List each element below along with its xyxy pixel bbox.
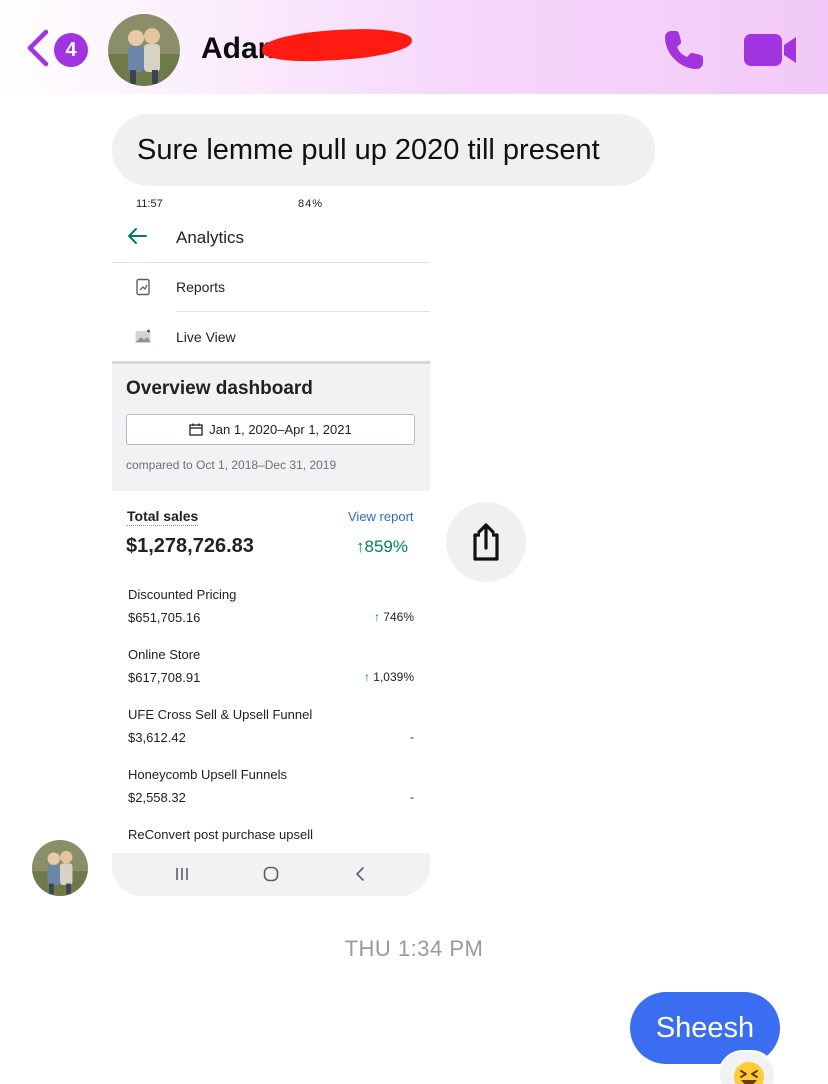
home-icon (263, 866, 279, 882)
overview-panel: Overview dashboard Jan 1, 2020–Apr 1, 20… (112, 361, 430, 491)
channel-label: Discounted Pricing (128, 587, 237, 602)
up-arrow-icon: ↑ (373, 610, 380, 624)
phone-status-bar: 11:57 84% (112, 196, 430, 216)
channel-label: ReConvert post purchase upsell (128, 827, 313, 842)
channel-label: Honeycomb Upsell Funnels (128, 767, 287, 782)
channel-label: UFE Cross Sell & Upsell Funnel (128, 707, 313, 722)
view-report-link: View report (348, 509, 414, 524)
channel-label: Online Store (128, 647, 201, 662)
channel-change: - (410, 790, 414, 804)
menu-label-live-view: Live View (176, 329, 236, 345)
up-arrow-icon: ↑ (363, 670, 370, 684)
divider (176, 311, 430, 312)
overview-title: Overview dashboard (126, 378, 313, 399)
back-arrow-icon (128, 228, 147, 244)
message-reaction[interactable] (718, 1050, 776, 1084)
avatar-photo-icon (108, 14, 180, 86)
unread-count-badge[interactable]: 4 (54, 33, 88, 67)
reports-icon (136, 278, 150, 296)
date-range-label: Jan 1, 2020–Apr 1, 2021 (209, 422, 352, 437)
date-range-button: Jan 1, 2020–Apr 1, 2021 (126, 414, 415, 445)
channel-change: ↑ 1,039% (364, 670, 414, 684)
sender-avatar[interactable] (32, 840, 88, 896)
channel-change-value: 746% (383, 610, 414, 624)
nav-back-icon (355, 867, 364, 881)
incoming-message-bubble[interactable]: Sure lemme pull up 2020 till present (112, 114, 655, 186)
total-sales-value: $1,278,726.83 (126, 535, 254, 557)
avatar-photo-icon (32, 840, 88, 896)
message-timestamp: THU 1:34 PM (344, 936, 484, 961)
status-time: 11:57 (136, 198, 163, 210)
total-sales-label: Total sales (127, 508, 199, 526)
share-button[interactable] (446, 502, 526, 582)
share-icon (473, 523, 499, 561)
video-camera-icon[interactable] (742, 30, 798, 70)
compared-range: compared to Oct 1, 2018–Dec 31, 2019 (126, 458, 337, 472)
channel-value: $651,705.16 (128, 610, 201, 625)
grinning-squinting-face-icon (734, 1062, 764, 1084)
channel-change: - (410, 730, 414, 744)
divider (112, 262, 430, 263)
phone-icon[interactable] (660, 26, 708, 74)
calendar-icon (189, 423, 203, 436)
up-arrow-icon: ↑ (356, 537, 365, 556)
channel-change: ↑ 746% (374, 610, 414, 624)
channel-change-value: 1,039% (373, 670, 414, 684)
live-view-icon (135, 329, 151, 343)
total-sales-change: ↑859% (356, 537, 408, 557)
channel-value: $617,708.91 (128, 670, 201, 685)
menu-label-reports: Reports (176, 279, 226, 295)
total-sales-change-value: 859% (364, 537, 408, 556)
chat-header: 4 Adam (0, 0, 828, 94)
android-nav-bar (112, 853, 430, 896)
status-battery: 84% (298, 198, 324, 210)
screenshot-attachment[interactable]: 11:57 84% Analytics Reports Live View Ov… (112, 188, 430, 896)
back-chevron-icon[interactable] (24, 28, 54, 68)
app-title: Analytics (176, 228, 245, 247)
channel-value: $3,612.42 (128, 730, 186, 745)
contact-avatar[interactable] (108, 14, 180, 86)
recent-apps-icon (176, 868, 188, 880)
channel-value: $2,558.32 (128, 790, 186, 805)
